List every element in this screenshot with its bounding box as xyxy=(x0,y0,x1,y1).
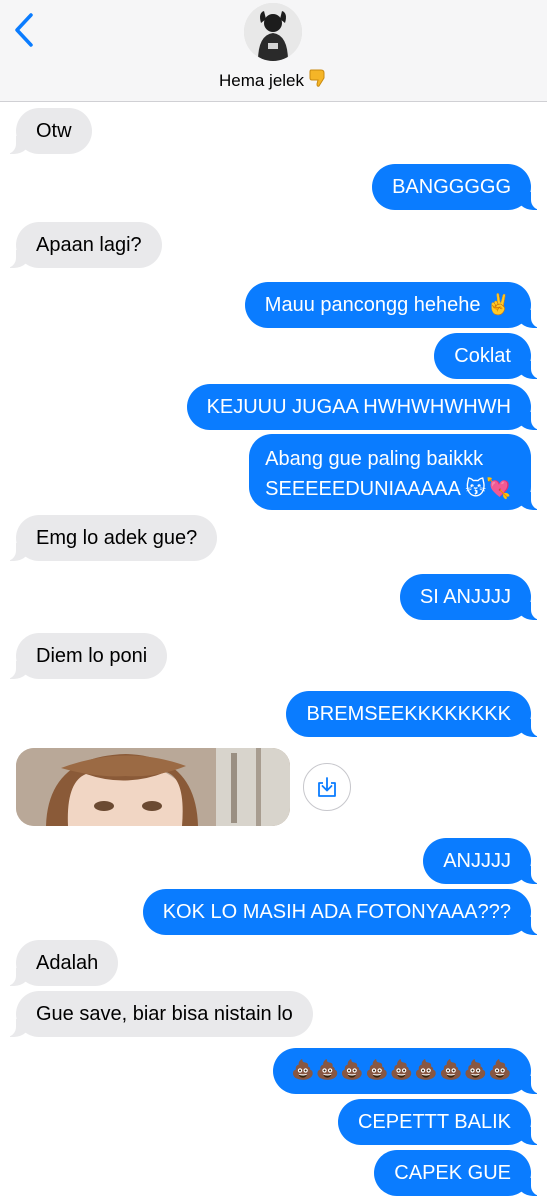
message-text: Coklat xyxy=(454,345,511,367)
message-text: CAPEK GUE xyxy=(394,1162,511,1184)
message-text: SI ANJJJJ xyxy=(419,586,511,608)
message-bubble-outgoing[interactable]: Coklat xyxy=(434,333,541,379)
message-bubble-outgoing[interactable]: BREMSEEKKKKKKKK xyxy=(286,691,541,737)
message-text: Apaan lagi? xyxy=(36,234,142,256)
message-bubble-outgoing[interactable]: CEPETTT BALIK xyxy=(337,1099,542,1145)
message-text: ANJJJJ xyxy=(443,850,511,872)
message-bubble-incoming[interactable]: Otw xyxy=(6,108,92,154)
conversation-header: Hema jelek xyxy=(0,0,547,102)
chevron-left-icon xyxy=(15,13,33,47)
message-text-line: SEEEEEDUNIAAAAA 😽💘 xyxy=(265,478,511,500)
message-text-line: Abang gue paling baikkk xyxy=(265,448,484,470)
message-text: BREMSEEKKKKKKKK xyxy=(306,703,511,725)
contact-avatar[interactable] xyxy=(244,3,302,61)
message-bubble-incoming[interactable]: Adalah xyxy=(5,940,119,986)
message-text: Diem lo poni xyxy=(36,645,148,667)
message-bubble-outgoing[interactable]: CAPEK GUE xyxy=(374,1150,541,1196)
message-text: Mauu pancongg hehehe ✌️ xyxy=(264,294,511,316)
back-button[interactable] xyxy=(8,10,40,50)
message-bubble-outgoing[interactable]: SI ANJJJJ xyxy=(399,574,542,620)
message-text: CEPETTT BALIK xyxy=(357,1111,511,1133)
message-text: BANGGGGG xyxy=(392,176,511,198)
contact-name[interactable]: Hema jelek xyxy=(0,68,547,93)
message-text: KEJUUU JUGAA HWHWHWHWH xyxy=(206,396,511,418)
message-bubble-incoming[interactable]: Emg lo adek gue? xyxy=(5,515,218,561)
message-text: Adalah xyxy=(36,952,99,974)
message-bubble-incoming[interactable]: Diem lo poni xyxy=(5,633,168,679)
message-bubble-outgoing[interactable]: Abang gue paling baikkk SEEEEEDUNIAAAAA … xyxy=(249,434,541,510)
message-bubble-incoming[interactable]: Apaan lagi? xyxy=(6,222,162,268)
thumbs-down-icon xyxy=(308,68,328,93)
message-text: KOK LO MASIH ADA FOTONYAAA??? xyxy=(162,901,511,923)
message-bubble-outgoing[interactable]: KOK LO MASIH ADA FOTONYAAA??? xyxy=(142,889,542,935)
message-text: Gue save, biar bisa nistain lo xyxy=(36,1003,293,1025)
message-bubble-incoming[interactable]: Gue save, biar bisa nistain lo xyxy=(6,991,313,1037)
message-bubble-outgoing[interactable]: Mauu pancongg hehehe ✌️ xyxy=(244,282,542,328)
photo-attachment[interactable] xyxy=(16,748,290,826)
message-bubble-outgoing[interactable]: BANGGGGG xyxy=(372,164,541,210)
message-bubble-outgoing[interactable]: KEJUUU JUGAA HWHWHWHWH xyxy=(186,384,542,430)
message-bubble-outgoing[interactable]: ANJJJJ xyxy=(423,838,541,884)
save-photo-button[interactable] xyxy=(303,763,351,811)
message-bubble-outgoing[interactable]: 💩💩💩💩💩💩💩💩💩 xyxy=(273,1048,541,1094)
message-text: Otw xyxy=(36,120,72,142)
contact-name-label: Hema jelek xyxy=(218,71,305,90)
save-download-icon xyxy=(318,777,336,797)
message-text: 💩💩💩💩💩💩💩💩💩 xyxy=(291,1060,513,1081)
message-text: Emg lo adek gue? xyxy=(36,527,198,549)
